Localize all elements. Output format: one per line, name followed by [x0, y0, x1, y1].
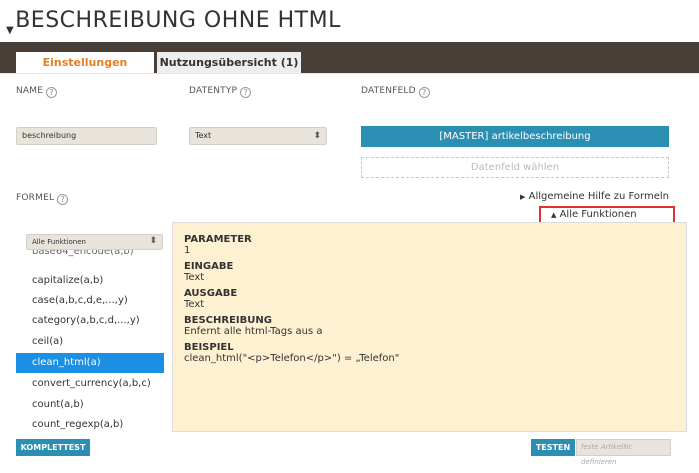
tab-underline	[0, 73, 699, 74]
function-category-select[interactable]: Alle Funktionen ⬍	[26, 234, 163, 250]
eingabe-value: Text	[184, 272, 205, 283]
page-title: ▼BESCHREIBUNG OHNE HTML	[6, 8, 341, 36]
chevron-updown-icon: ⬍	[149, 236, 157, 246]
master-datenfeld-button[interactable]: [MASTER] artikelbeschreibung	[361, 126, 669, 147]
parameter-heading: PARAMETER	[184, 234, 252, 245]
tab-nutzungsuebersicht[interactable]: Nutzungsübersicht (1)	[157, 52, 301, 73]
list-item[interactable]: convert_currency(a,b,c)	[16, 374, 164, 394]
datenfeld-label: DATENFELD?	[361, 86, 430, 98]
list-item[interactable]: count_regexp(a,b)	[16, 415, 164, 432]
beschreibung-heading: BESCHREIBUNG	[184, 315, 272, 326]
list-item[interactable]: count(a,b)	[16, 395, 164, 415]
name-label: NAME?	[16, 86, 58, 98]
arrow-up-icon: ▲	[551, 211, 557, 219]
list-item[interactable]: capitalize(a,b)	[16, 271, 164, 291]
datentyp-select[interactable]: Text ⬍	[189, 127, 327, 145]
formel-label: FORMEL?	[16, 193, 69, 205]
tab-einstellungen[interactable]: Einstellungen	[16, 52, 154, 73]
testen-button[interactable]: TESTEN	[531, 439, 575, 456]
help-icon[interactable]: ?	[240, 87, 252, 98]
collapse-caret-icon[interactable]: ▼	[6, 25, 14, 36]
list-item[interactable]: category(a,b,c,d,...,y)	[16, 311, 164, 331]
list-item[interactable]: base64_encode(a,b)	[16, 250, 164, 260]
datentyp-select-value: Text	[195, 131, 212, 140]
arrow-right-icon: ▶	[520, 193, 526, 201]
ausgabe-heading: AUSGABE	[184, 288, 238, 299]
chevron-updown-icon: ⬍	[313, 131, 321, 141]
datentyp-label: DATENTYP?	[189, 86, 252, 98]
help-formulas-link[interactable]: ▶ Allgemeine Hilfe zu Formeln	[520, 191, 669, 202]
function-details: PARAMETER 1 EINGABE Text AUSGABE Text BE…	[184, 230, 674, 365]
help-icon[interactable]: ?	[418, 87, 430, 98]
beschreibung-value: Enfernt alle html-Tags aus a	[184, 326, 323, 337]
function-category-value: Alle Funktionen	[32, 238, 86, 246]
eingabe-heading: EINGABE	[184, 261, 234, 272]
page-title-text: BESCHREIBUNG OHNE HTML	[15, 8, 341, 33]
help-formulas-link-label: Allgemeine Hilfe zu Formeln	[528, 191, 669, 202]
help-icon[interactable]: ?	[46, 87, 58, 98]
komplettest-button[interactable]: KOMPLETTEST	[16, 439, 90, 456]
name-input[interactable]: beschreibung	[16, 127, 157, 145]
artikel-nr-input[interactable]: feste ArtikelNr. definieren	[576, 439, 671, 466]
list-item[interactable]: ceil(a)	[16, 332, 164, 352]
function-list[interactable]: Alle Funktionen ⬍ base64_encode(a,b) capi…	[16, 222, 173, 432]
datenfeld-waehlen-button[interactable]: Datenfeld wählen	[361, 157, 669, 178]
list-item[interactable]: case(a,b,c,d,e,...,y)	[16, 291, 164, 311]
parameter-value: 1	[184, 245, 191, 256]
beispiel-heading: BEISPIEL	[184, 342, 234, 353]
list-item-selected[interactable]: clean_html(a)	[16, 353, 164, 373]
beispiel-value: clean_html("<p>Telefon</p>") = „Telefon"	[184, 353, 400, 364]
ausgabe-value: Text	[184, 299, 205, 310]
help-icon[interactable]: ?	[57, 194, 69, 205]
